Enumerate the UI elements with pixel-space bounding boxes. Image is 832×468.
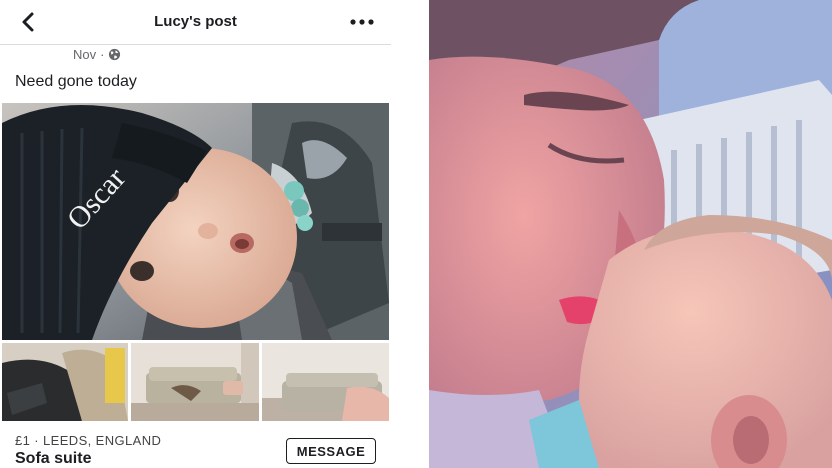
car-seat-photo[interactable]: [2, 343, 128, 421]
more-horizontal-icon: [350, 19, 374, 25]
meta-separator: ·: [100, 46, 105, 62]
message-button[interactable]: MESSAGE: [286, 438, 376, 464]
more-options-button[interactable]: [344, 10, 380, 34]
page-title: Lucy's post: [154, 13, 237, 30]
post-message: Need gone today: [15, 73, 137, 90]
post-meta: Nov ·: [73, 45, 121, 63]
sofa-living-room-photo[interactable]: [131, 343, 259, 421]
marketplace-post-screen: Lucy's post Nov · Need gone today Oscar …: [0, 0, 391, 468]
listing-price-location: £1 · LEEDS, ENGLAND: [15, 433, 162, 448]
sofa-closeup-photo[interactable]: [262, 343, 389, 421]
mother-kissing-baby-photo: [429, 0, 832, 468]
globe-icon: [109, 48, 121, 60]
post-date[interactable]: Nov: [73, 47, 96, 62]
baby-in-oscar-beanie-photo[interactable]: Oscar: [2, 103, 389, 340]
top-navigation-bar: Lucy's post: [0, 0, 391, 45]
listing-title: Sofa suite: [15, 450, 92, 467]
image-divider: [391, 0, 429, 468]
